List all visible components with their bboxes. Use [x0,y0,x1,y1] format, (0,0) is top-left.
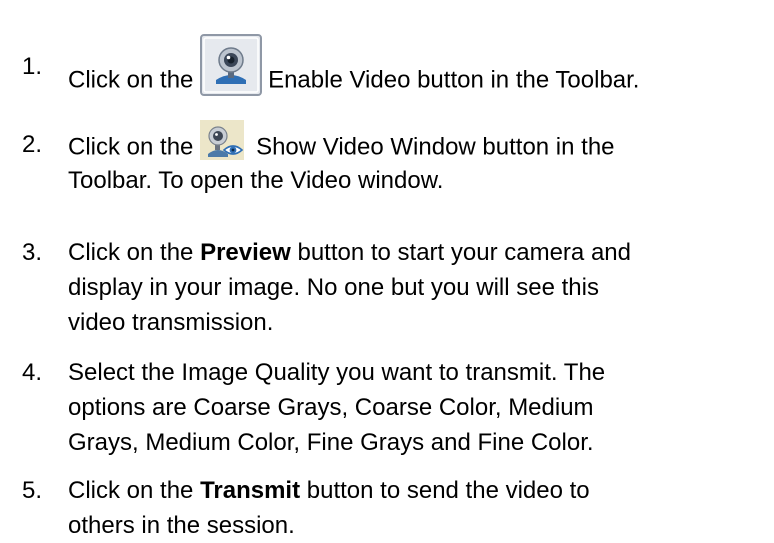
step-line: display in your image. No one but you wi… [68,274,599,301]
step-line: Select the Image Quality you want to tra… [68,359,606,386]
step-text: button to send the video to [300,477,590,504]
step-number: 2. [22,131,43,158]
preview-button-label: Preview [200,239,291,266]
webcam-eye-icon [200,120,245,160]
step-number: 5. [22,477,43,504]
step-line: options are Coarse Grays, Coarse Color, … [68,394,594,421]
step-text: Click on the [68,66,194,94]
step-line: others in the session. [68,512,295,539]
step-number: 4. [22,359,43,386]
transmit-button-label: Transmit [200,477,301,504]
step-number: 3. [22,239,43,266]
step-text: Click on the [68,239,201,266]
step-line: video transmission. [68,309,274,336]
step-line: Click on the Transmit button to send the… [68,474,590,508]
step-text: Click on the [68,477,201,504]
step-line: Click on the Enable Video button in the … [68,34,640,112]
step-line: Toolbar. To open the Video window. [68,167,444,194]
step-line: Grays, Medium Color, Fine Grays and Fine… [68,429,594,456]
step-text: Enable Video button in the Toolbar. [268,66,640,94]
step-line: Click on the Preview button to start you… [68,236,631,270]
instruction-list: 1. Click on the Enable Video button in t… [0,0,774,539]
step-line: Click on the Show Video Window button in… [68,120,615,168]
webcam-toolbar-button-icon [200,34,263,96]
step-text: Click on the [68,133,194,161]
step-number: 1. [22,53,43,80]
step-text: Show Video Window button in the [256,133,615,161]
step-text: button to start your camera and [290,239,631,266]
